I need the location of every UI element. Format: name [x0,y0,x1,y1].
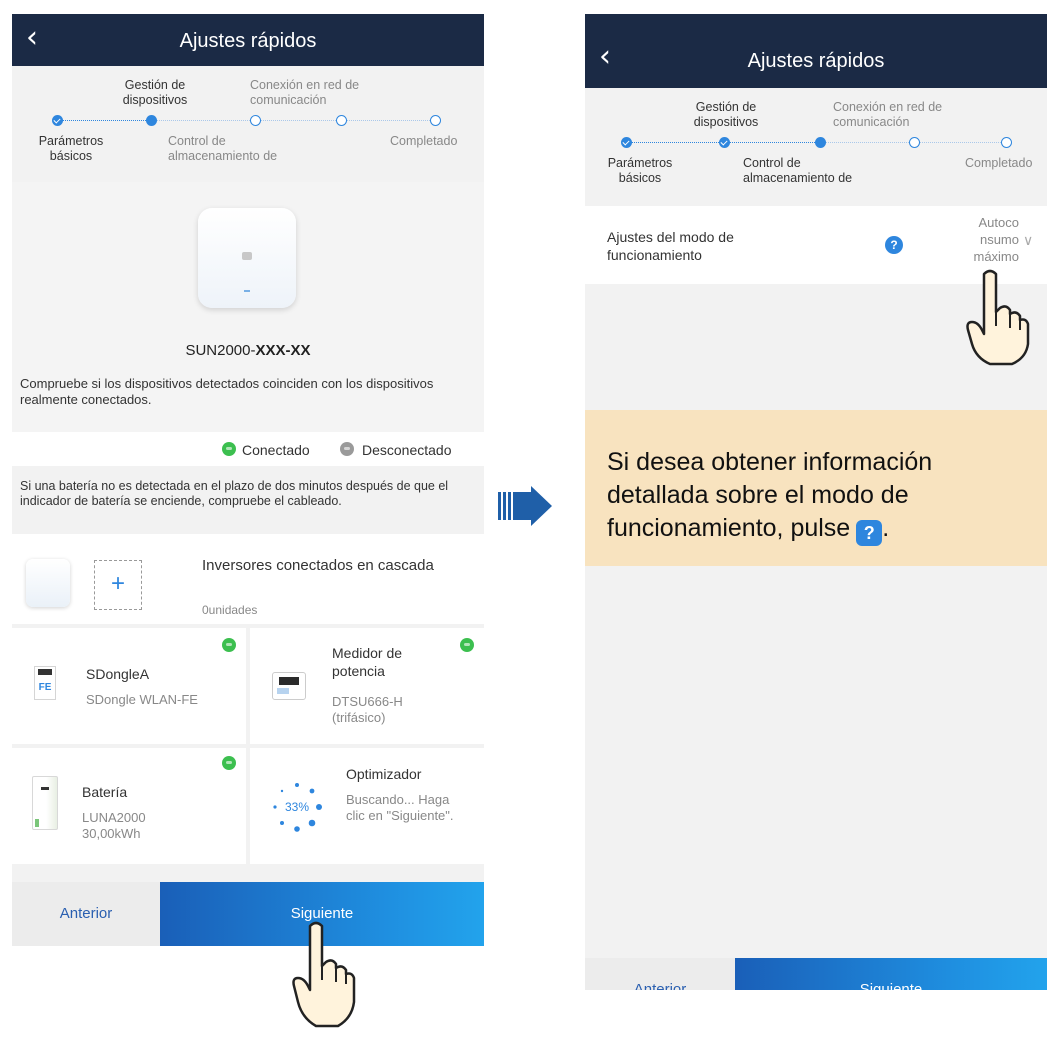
model-suffix: XXX-XX [255,342,311,359]
card-title: Optimizador [346,766,422,782]
connected-status-icon [222,756,236,770]
device-area: SUN2000-XXX-XX Compruebe si los disposit… [12,182,484,432]
step-dot-device [146,115,157,126]
card-detail: Buscando... Haga clic en "Siguiente". [346,792,454,823]
step-label-basic: Parámetros básicos [607,156,673,185]
chevron-down-icon: ∨ [1023,232,1034,248]
step-label-basic: Parámetros básicos [38,134,104,163]
pointing-hand-icon [288,918,360,1030]
step-dot-device [719,137,730,148]
page-title: Ajustes rápidos [747,50,885,72]
cascade-count: 0unidades [202,603,258,617]
search-spinner-icon: 33% [270,780,324,834]
card-sdongle[interactable]: FE SDongleA SDongle WLAN-FE [12,628,246,744]
setting-label: Ajustes del modo de funcionamiento [607,229,734,263]
plus-icon: + [110,570,125,597]
step-dot-storage [250,115,261,126]
step-label-device-management: Gestión de dispositivos [122,78,188,107]
header-bar: ‹ Ajustes rápidos [585,14,1047,88]
connected-status-icon [222,442,236,456]
page-title: Ajustes rápidos [179,30,317,52]
led-icon [244,290,250,292]
question-icon: ? [856,520,883,546]
cascade-row: + Inversores conectados en cascada 0unid… [12,534,484,624]
card-title: Medidor de potencia [332,645,403,679]
step-dot-basic [52,115,63,126]
setting-value[interactable]: Autoco nsumo máximo [949,214,1019,265]
right-phone-screen: ‹ Ajustes rápidos Gestión de dispositivo… [585,14,1047,990]
step-label-complete: Completado [390,134,458,148]
card-meter[interactable]: Medidor de potencia DTSU666-H (trifásico… [250,628,484,744]
next-button[interactable]: Siguiente [735,958,1047,990]
legend-disconnected: Desconectado [362,442,452,458]
card-detail: SDongle WLAN-FE [86,692,198,707]
step-label-network: Conexión en red de comunicación [833,100,943,129]
add-inverter-button[interactable]: + [94,560,142,610]
logo-icon [242,252,252,260]
step-indicator: Gestión de dispositivos Conexión en red … [12,66,484,184]
step-dot-network [336,115,347,126]
step-label-complete: Completado [965,156,1033,170]
sdongle-icon: FE [34,666,56,700]
connected-status-icon [222,638,236,652]
step-line-done [62,120,152,121]
connected-status-icon [460,638,474,652]
arrow-right-icon [498,486,552,526]
card-title: Batería [82,784,128,800]
card-battery[interactable]: Batería LUNA2000 30,00kWh [12,748,246,864]
step-label-storage: Control de almacenamiento de [743,156,853,185]
battery-icon [32,776,58,830]
step-label-device-management: Gestión de dispositivos [693,100,759,129]
step-dot-complete [430,115,441,126]
step-dot-storage [815,137,826,148]
progress-percent: 33% [284,800,310,814]
check-instruction: Compruebe si los dispositivos detectados… [20,376,434,407]
card-optimizer[interactable]: 33% Optimizador Buscando... Haga clic en… [250,748,484,864]
disconnected-status-icon [340,442,354,456]
note-text: Si desea obtener información detallada s… [607,446,1039,546]
meter-icon [272,672,306,700]
inverter-thumb [26,559,70,607]
header-bar: ‹ Ajustes rápidos [12,14,484,66]
step-line-pending [152,120,432,121]
card-detail: LUNA2000 30,00kWh [82,810,146,841]
left-phone-screen: ‹ Ajustes rápidos Gestión de dispositivo… [12,14,484,946]
card-title: SDongleA [86,666,150,682]
model-prefix: SUN2000- [185,342,256,359]
previous-button[interactable]: Anterior [585,958,735,990]
question-icon[interactable]: ? [885,236,903,254]
step-label-storage: Control de almacenamiento de [168,134,278,163]
step-indicator: Gestión de dispositivos Conexión en red … [585,88,1047,204]
step-dot-network [909,137,920,148]
note-banner: Si desea obtener información detallada s… [585,410,1047,566]
battery-note: Si una batería no es detectada en el pla… [20,479,449,508]
status-legend: Conectado Desconectado [12,432,484,466]
legend-connected: Conectado [242,442,310,458]
previous-button[interactable]: Anterior [12,882,160,946]
device-model: SUN2000-XXX-XX [12,342,484,359]
pointing-hand-icon [962,268,1034,368]
step-dot-basic [621,137,632,148]
step-label-network: Conexión en red de comunicación [250,78,360,107]
cascade-title: Inversores conectados en cascada [202,557,434,574]
inverter-image [198,208,296,308]
step-dot-complete [1001,137,1012,148]
card-detail: DTSU666-H (trifásico) [332,694,403,725]
